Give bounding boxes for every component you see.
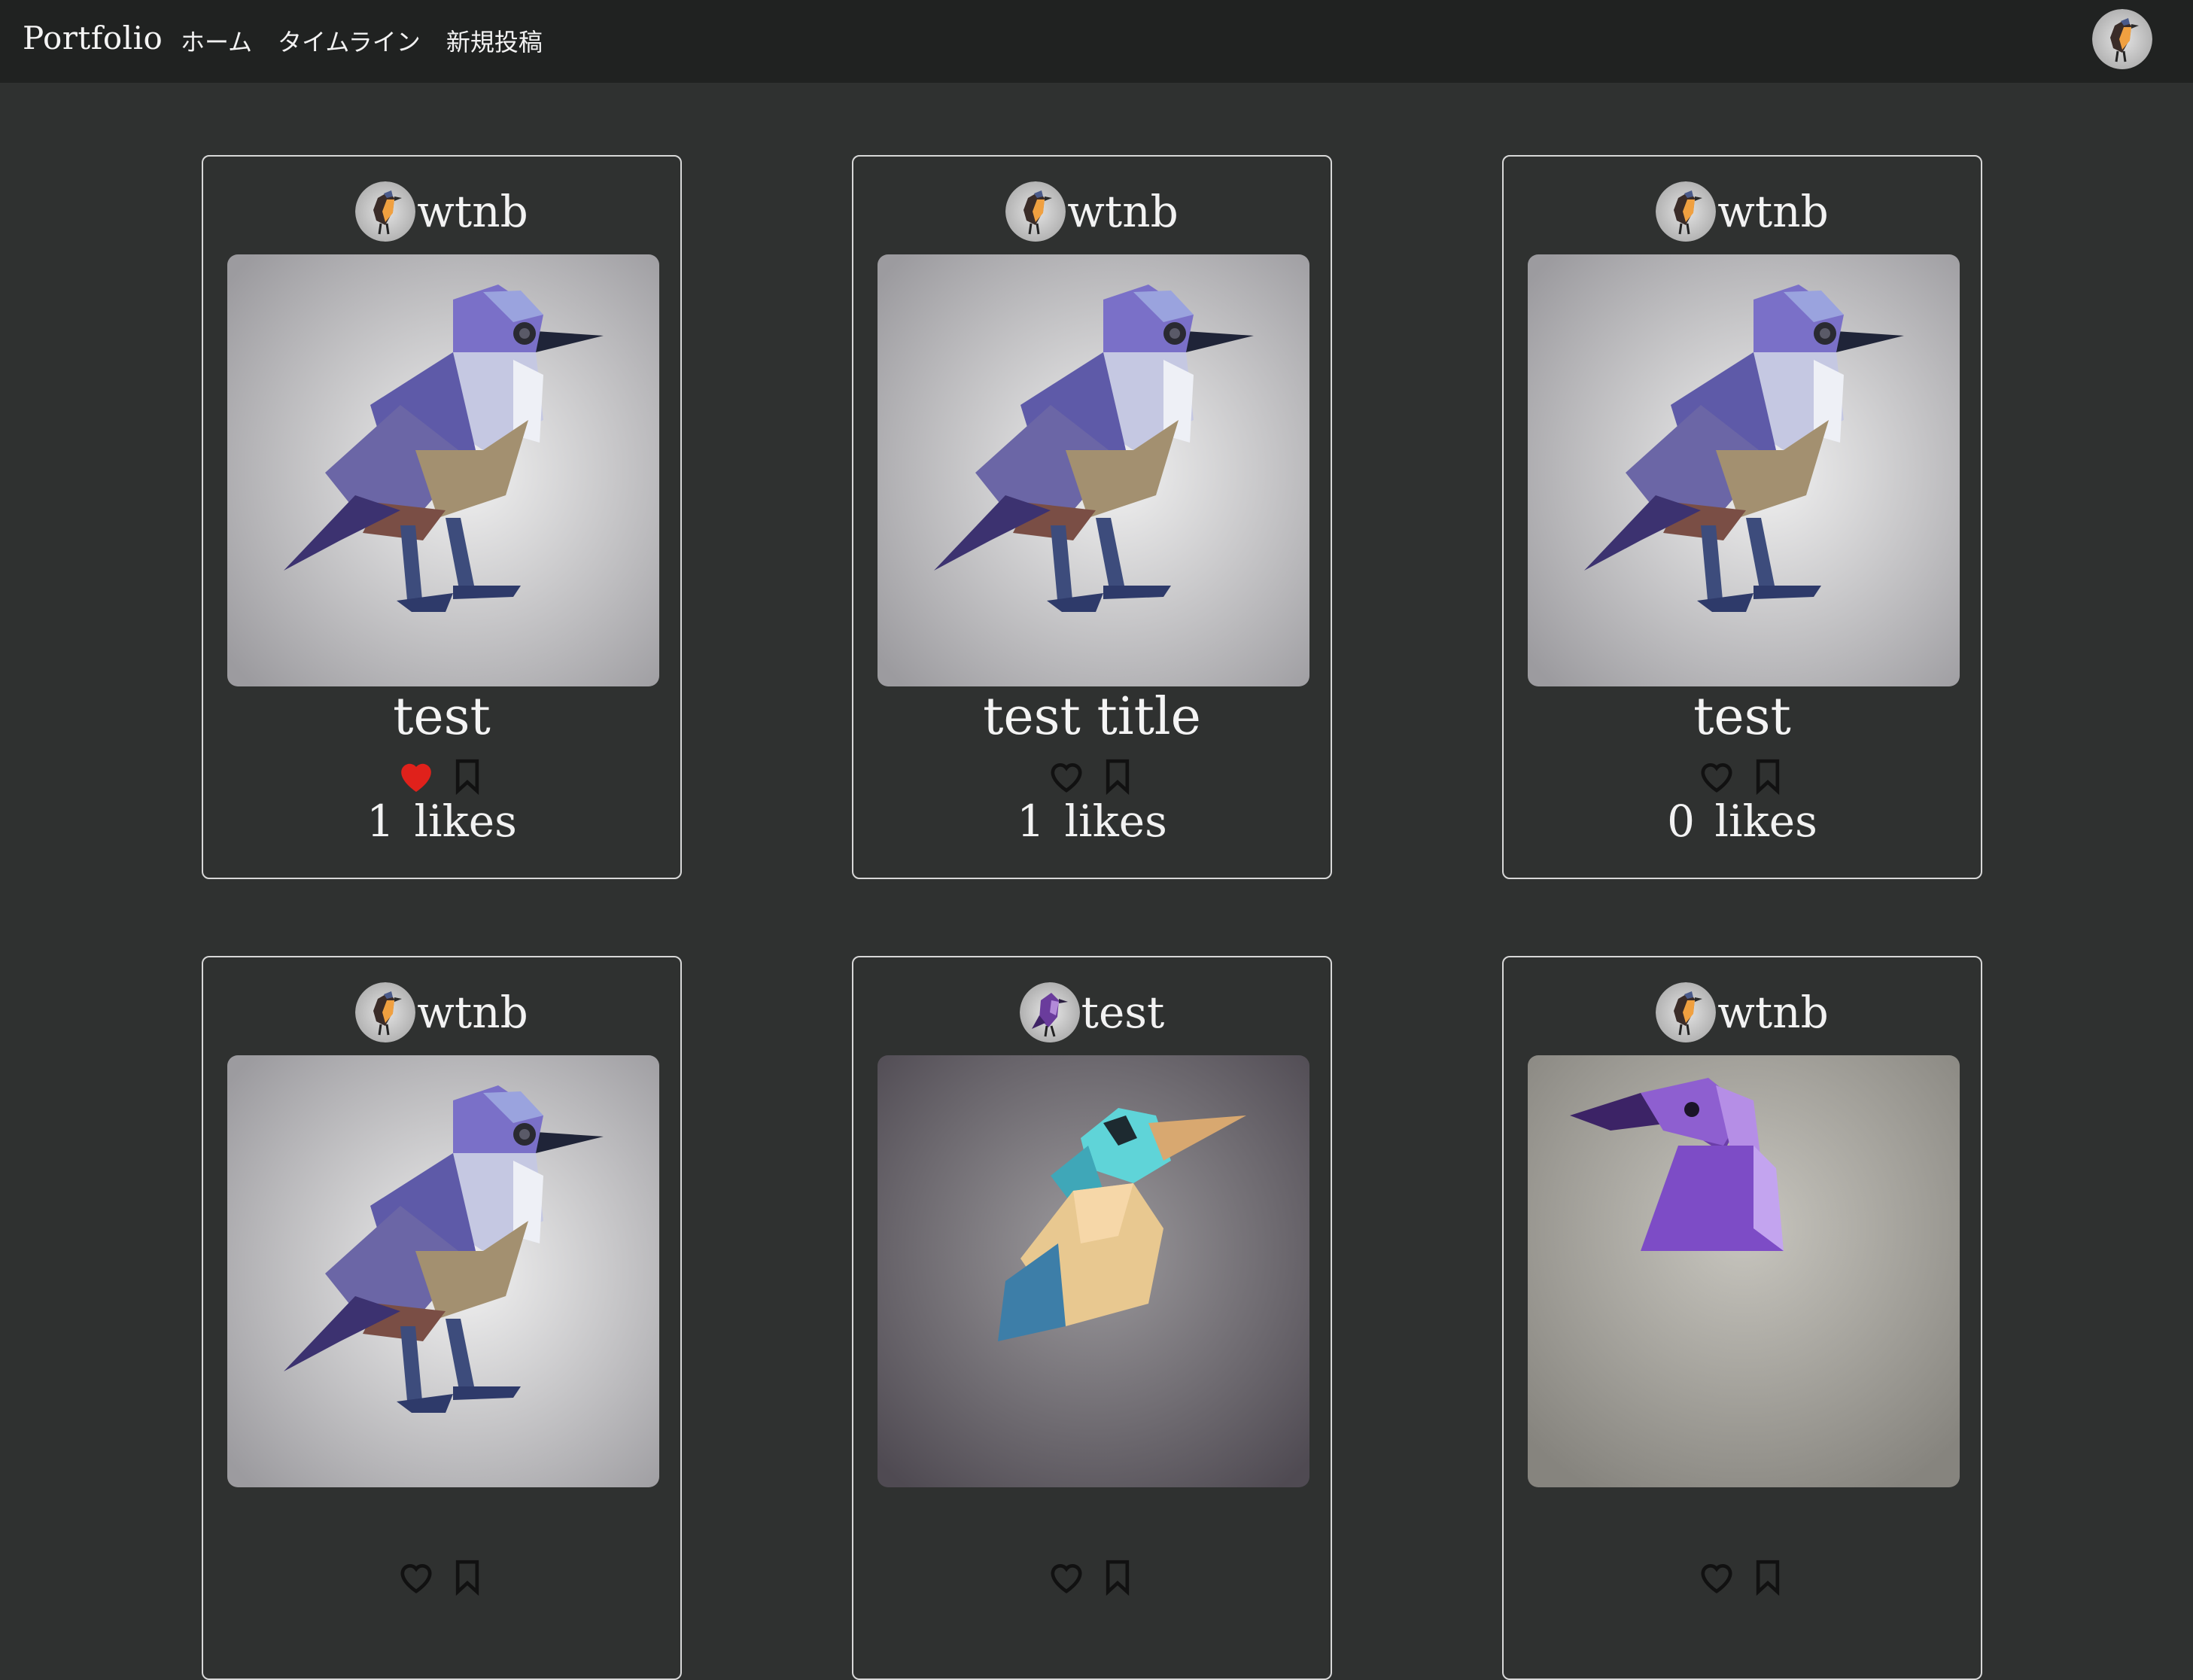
likes-count: 0 likes [1667, 796, 1817, 847]
post-title: test [393, 687, 491, 747]
post-author[interactable]: test [853, 980, 1331, 1045]
author-avatar[interactable] [1656, 982, 1717, 1042]
nav-links: ホーム タイムライン 新規投稿 [181, 23, 543, 58]
post-image[interactable] [1528, 254, 1960, 686]
post-author[interactable]: wtnb [853, 179, 1331, 244]
post-author[interactable]: wtnb [203, 179, 680, 244]
navbar: Portfolio ホーム タイムライン 新規投稿 [0, 0, 2193, 83]
author-avatar[interactable] [355, 181, 416, 242]
purple-sparrow-image [227, 1055, 659, 1487]
post-image[interactable] [878, 254, 1309, 686]
author-avatar[interactable] [1005, 181, 1066, 242]
post-image[interactable] [878, 1055, 1309, 1487]
user-avatar-button[interactable] [2092, 9, 2152, 69]
heart-icon[interactable] [395, 1556, 437, 1598]
post-actions [853, 755, 1331, 797]
post-image[interactable] [227, 1055, 659, 1487]
bookmark-icon[interactable] [446, 1556, 488, 1598]
post-actions [203, 1556, 680, 1598]
purple-sparrow-image [1528, 254, 1960, 686]
robin-avatar-image [1656, 181, 1717, 242]
post-title: test title [983, 687, 1201, 747]
post-author[interactable]: wtnb [1504, 980, 1981, 1045]
likes-count: 1 likes [367, 796, 517, 847]
purple-bird-avatar-image [1019, 982, 1080, 1042]
purple-sparrow-image [878, 254, 1309, 686]
post-image[interactable] [1528, 1055, 1960, 1487]
post-actions [1504, 755, 1981, 797]
post-card[interactable]: test [852, 956, 1332, 1680]
kingfisher-image [878, 1055, 1309, 1487]
author-username[interactable]: wtnb [417, 991, 528, 1034]
bookmark-icon[interactable] [1096, 755, 1139, 797]
post-card[interactable]: wtnb test 1 likes [202, 155, 682, 879]
purple-crow-image [1528, 1055, 1960, 1487]
author-avatar[interactable] [1019, 982, 1080, 1042]
post-actions [853, 1556, 1331, 1598]
nav-link-home[interactable]: ホーム [181, 23, 252, 58]
post-author[interactable]: wtnb [1504, 179, 1981, 244]
heart-icon[interactable] [1696, 1556, 1738, 1598]
heart-icon[interactable] [395, 755, 437, 797]
robin-avatar-image [355, 982, 416, 1042]
brand-logo-link[interactable]: Portfolio [23, 20, 163, 56]
post-title: test [1693, 687, 1791, 747]
nav-link-timeline[interactable]: タイムライン [278, 23, 421, 58]
post-card[interactable]: wtnb [1502, 956, 1982, 1680]
bookmark-icon[interactable] [1747, 755, 1789, 797]
heart-icon[interactable] [1045, 755, 1087, 797]
post-image[interactable] [227, 254, 659, 686]
purple-sparrow-image [227, 254, 659, 686]
nav-link-new-post[interactable]: 新規投稿 [446, 23, 543, 58]
heart-icon[interactable] [1696, 755, 1738, 797]
author-username[interactable]: wtnb [1717, 190, 1828, 233]
post-card[interactable]: wtnb test 0 likes [1502, 155, 1982, 879]
robin-avatar-image [2092, 9, 2152, 69]
bookmark-icon[interactable] [446, 755, 488, 797]
bookmark-icon[interactable] [1747, 1556, 1789, 1598]
post-author[interactable]: wtnb [203, 980, 680, 1045]
heart-icon[interactable] [1045, 1556, 1087, 1598]
bookmark-icon[interactable] [1096, 1556, 1139, 1598]
author-avatar[interactable] [1656, 181, 1717, 242]
post-actions [1504, 1556, 1981, 1598]
robin-avatar-image [1656, 982, 1717, 1042]
author-username[interactable]: wtnb [417, 190, 528, 233]
author-username[interactable]: wtnb [1717, 991, 1828, 1034]
author-username[interactable]: wtnb [1067, 190, 1178, 233]
robin-avatar-image [355, 181, 416, 242]
post-actions [203, 755, 680, 797]
robin-avatar-image [1005, 181, 1066, 242]
likes-count: 1 likes [1017, 796, 1167, 847]
author-avatar[interactable] [355, 982, 416, 1042]
author-username[interactable]: test [1081, 991, 1165, 1034]
post-card[interactable]: wtnb [202, 956, 682, 1680]
post-card[interactable]: wtnb test title 1 likes [852, 155, 1332, 879]
